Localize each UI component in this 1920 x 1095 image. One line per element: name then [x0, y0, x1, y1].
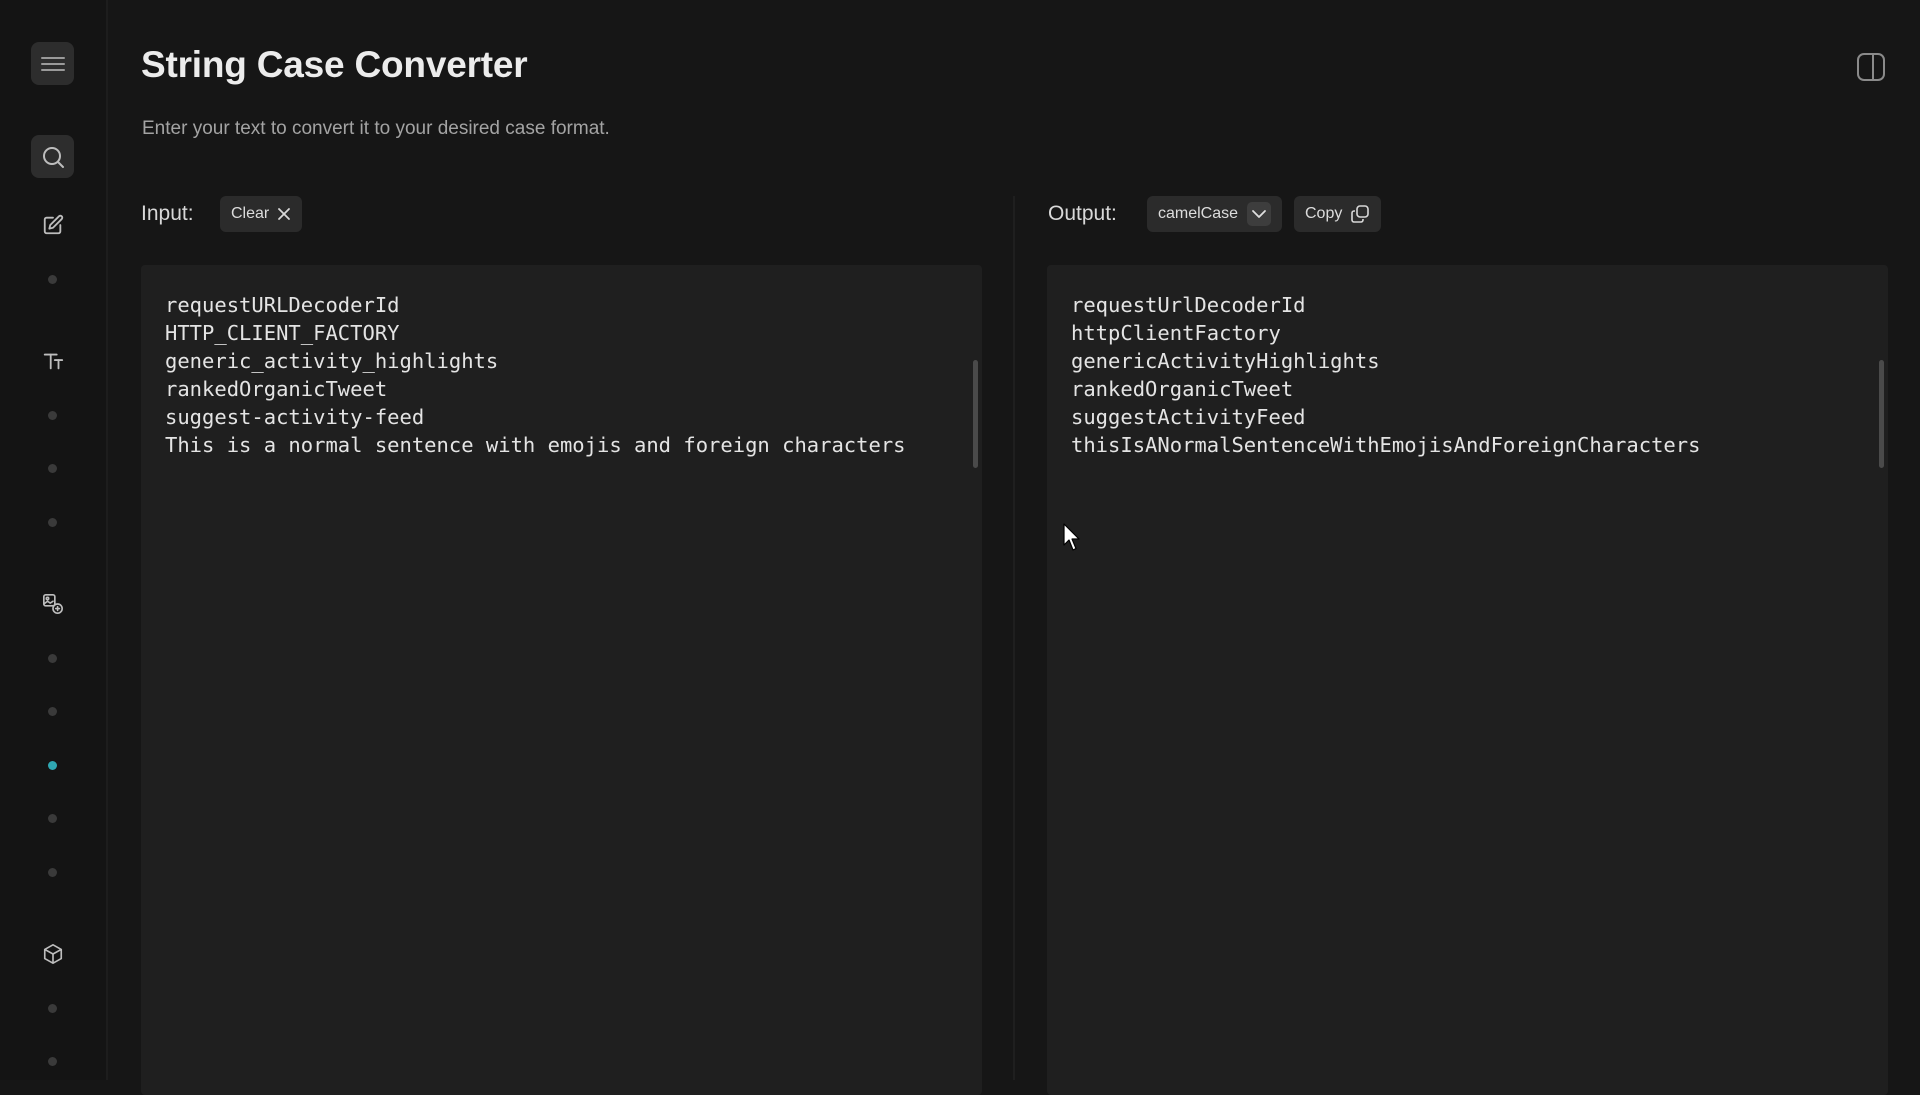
menu-button[interactable]: [31, 42, 74, 85]
input-editor: [141, 265, 982, 1095]
case-select[interactable]: camelCase: [1147, 196, 1283, 232]
copy-button-label: Copy: [1305, 205, 1343, 222]
sidebar-dot[interactable]: [48, 868, 57, 877]
sidebar: [0, 0, 108, 1080]
case-select-value: camelCase: [1158, 205, 1239, 222]
input-scrollbar[interactable]: [973, 360, 978, 468]
copy-icon: [1350, 204, 1370, 224]
chevron-down-icon: [1247, 202, 1272, 226]
sidebar-item-cube[interactable]: [31, 932, 74, 975]
output-textarea[interactable]: [1047, 265, 1888, 1095]
panel-toggle-icon[interactable]: [1856, 52, 1886, 82]
cube-icon: [43, 943, 62, 964]
panel-divider: [1013, 196, 1015, 1080]
sidebar-dot[interactable]: [48, 654, 57, 663]
sidebar-item-image[interactable]: [31, 582, 74, 625]
search-icon: [42, 146, 64, 168]
clear-button-label: Clear: [231, 205, 270, 222]
sidebar-dot[interactable]: [48, 707, 57, 716]
sidebar-dot[interactable]: [48, 411, 57, 420]
copy-button[interactable]: Copy: [1294, 196, 1382, 232]
close-icon: [277, 207, 291, 221]
output-scrollbar[interactable]: [1879, 360, 1884, 468]
output-label: Output:: [1048, 202, 1117, 225]
page-title: String Case Converter: [141, 44, 528, 85]
sidebar-dot[interactable]: [48, 814, 57, 823]
main-content: String Case Converter Enter your text to…: [108, 0, 1920, 1095]
input-label: Input:: [141, 202, 194, 225]
page-subtitle: Enter your text to convert it to your de…: [142, 118, 610, 139]
sidebar-dot[interactable]: [48, 275, 57, 284]
sidebar-dot-active[interactable]: [48, 761, 57, 770]
edit-icon: [43, 214, 63, 234]
menu-icon: [40, 56, 65, 71]
sidebar-dot[interactable]: [48, 1057, 57, 1066]
image-swap-icon: [42, 593, 63, 614]
sidebar-dot[interactable]: [48, 518, 57, 527]
sidebar-item-text[interactable]: [31, 339, 74, 382]
sidebar-dot[interactable]: [48, 1004, 57, 1013]
clear-button[interactable]: Clear: [220, 196, 303, 232]
input-textarea[interactable]: [141, 265, 982, 1095]
output-editor: [1047, 265, 1888, 1095]
sidebar-item-edit[interactable]: [31, 203, 74, 246]
search-button[interactable]: [31, 135, 74, 178]
sidebar-dot[interactable]: [48, 464, 57, 473]
text-icon: [43, 353, 63, 369]
